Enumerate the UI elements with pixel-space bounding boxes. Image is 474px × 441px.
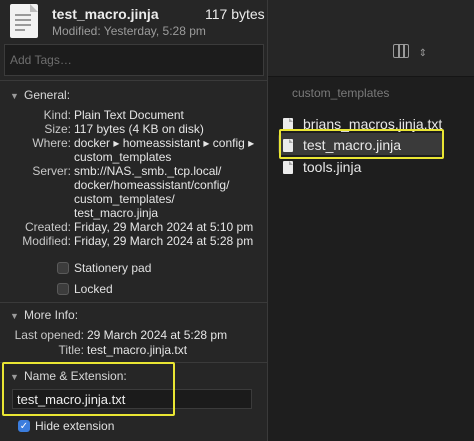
- toolbar: [268, 0, 474, 77]
- created-value: Friday, 29 March 2024 at 5:10 pm: [74, 220, 254, 234]
- created-label: Created:: [24, 220, 71, 234]
- document-icon: [10, 4, 38, 38]
- modified-summary: Modified: Yesterday, 5:28 pm: [52, 24, 206, 38]
- stationery-pad-label: Stationery pad: [74, 261, 152, 275]
- locked-checkbox[interactable]: [57, 283, 69, 295]
- server-value-line2: docker/homeassistant/config/: [74, 178, 230, 192]
- server-value: smb://NAS._smb._tcp.local/: [74, 164, 222, 178]
- modified-value: Friday, 29 March 2024 at 5:28 pm: [74, 234, 254, 248]
- size-value: 117 bytes (4 KB on disk): [74, 122, 204, 136]
- tags-input[interactable]: [5, 45, 263, 75]
- highlight-box: [2, 362, 175, 416]
- divider: [0, 80, 267, 81]
- hide-extension-checkbox[interactable]: ✓: [18, 420, 30, 432]
- kind-value: Plain Text Document: [74, 108, 184, 122]
- server-label: Server:: [32, 164, 71, 178]
- stationery-pad-checkbox[interactable]: [57, 262, 69, 274]
- where-value-cont: custom_templates: [74, 150, 172, 164]
- file-item[interactable]: tools.jinja: [283, 159, 361, 175]
- last-opened-label: Last opened:: [14, 328, 84, 342]
- file-item-label: tools.jinja: [303, 159, 362, 175]
- section-general-title: General:: [24, 88, 71, 102]
- columns-view-icon: [393, 44, 409, 58]
- section-more-info-header[interactable]: ▼ More Info:: [10, 308, 78, 322]
- chevron-updown-icon: ⇕: [418, 48, 428, 59]
- document-icon: [283, 161, 293, 174]
- where-label: Where:: [32, 136, 71, 150]
- hide-extension-label: Hide extension: [35, 419, 115, 433]
- title-value: test_macro.jinja.txt: [87, 343, 188, 357]
- title-label: Title:: [58, 343, 84, 357]
- server-value-line4: test_macro.jinja: [74, 206, 159, 220]
- where-value: docker ▸ homeassistant ▸ config ▸: [74, 136, 255, 150]
- section-more-info-title: More Info:: [24, 308, 79, 322]
- last-opened-value: 29 March 2024 at 5:28 pm: [87, 328, 228, 342]
- server-value-line3: custom_templates/: [74, 192, 175, 206]
- highlight-box: [279, 129, 444, 159]
- section-general-header[interactable]: ▼ General:: [10, 88, 70, 102]
- size-label: Size:: [44, 122, 71, 136]
- file-size: 117 bytes: [205, 6, 265, 22]
- folder-name-label: custom_templates: [292, 86, 390, 100]
- modified-label: Modified:: [22, 234, 71, 248]
- view-options-button[interactable]: ⇕: [393, 44, 433, 62]
- chevron-down-icon: ▼: [10, 91, 19, 101]
- divider: [0, 302, 267, 303]
- chevron-down-icon: ▼: [10, 311, 19, 321]
- kind-label: Kind:: [43, 108, 71, 122]
- file-name-title: test_macro.jinja: [52, 6, 159, 22]
- locked-label: Locked: [74, 282, 113, 296]
- tags-field[interactable]: [4, 44, 264, 76]
